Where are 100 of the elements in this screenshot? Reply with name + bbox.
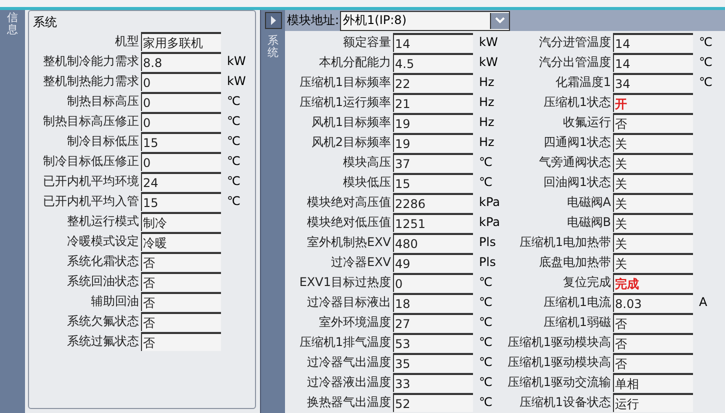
unit-label: ℃ — [698, 75, 712, 89]
unit-label: ℃ — [478, 395, 492, 409]
side-tab[interactable]: 系统 — [268, 35, 278, 60]
value-field: 27 — [393, 312, 473, 332]
value-field: 15 — [141, 192, 221, 210]
field-label: 压缩机1驱动交流输 — [507, 374, 611, 390]
field-label: EXV1目标过热度 — [299, 274, 391, 290]
field-label: 风机1目标频率 — [311, 114, 391, 130]
field-label: 模块低压 — [343, 174, 391, 190]
field-label: 本机分配能力 — [319, 54, 391, 70]
unit-label: Pls — [478, 235, 496, 249]
side-tab[interactable]: 信息 — [0, 10, 25, 413]
field-label: 压缩机1弱磁 — [543, 314, 611, 330]
value-field: 53 — [393, 332, 473, 352]
unit-label: ℃ — [478, 295, 492, 309]
value-field: 否 — [613, 112, 693, 132]
field-label: 室外机制热EXV — [306, 234, 391, 250]
field-label: 压缩机1电加热带 — [519, 234, 611, 250]
address-dropdown[interactable]: 外机1(IP:8) — [340, 10, 510, 30]
unit-label: ℃ — [698, 55, 712, 69]
value-field: 0 — [141, 72, 221, 90]
value-field: 关 — [613, 212, 693, 232]
value-field: 8.03 — [613, 292, 693, 312]
field-label: 辅助回油 — [91, 292, 139, 310]
value-field: 否 — [613, 332, 693, 352]
value-field: 完成 — [613, 272, 693, 292]
address-label: 模块地址: — [287, 12, 340, 29]
unit-label: ℃ — [226, 94, 240, 108]
unit-label: ℃ — [478, 175, 492, 189]
value-field: 18 — [393, 292, 473, 312]
value-field: 开 — [613, 92, 693, 112]
unit-label: kPa — [478, 195, 500, 209]
value-field: 2286 — [393, 192, 473, 212]
field-label: 制热目标高压修正 — [43, 112, 139, 130]
play-button[interactable] — [264, 12, 282, 29]
value-field: 22 — [393, 72, 473, 92]
field-label: 化霜温度1 — [555, 74, 611, 90]
field-label: 压缩机1运行频率 — [299, 94, 391, 110]
field-label: 底盘电加热带 — [539, 254, 611, 270]
value-field: 4.5 — [393, 52, 473, 72]
value-field: 35 — [393, 352, 473, 372]
field-label: 汽分出管温度 — [539, 54, 611, 70]
value-field: 14 — [613, 52, 693, 72]
unit-label: ℃ — [478, 155, 492, 169]
value-field: 单相 — [613, 372, 693, 392]
value-field: 19 — [393, 132, 473, 152]
field-label: 压缩机1驱动模块高 — [507, 354, 611, 370]
unit-label: ℃ — [698, 35, 712, 49]
unit-label: Pls — [478, 255, 496, 269]
unit-label: kW — [478, 55, 498, 69]
field-label: 室外环境温度 — [319, 314, 391, 330]
value-field: 关 — [613, 192, 693, 212]
field-label: 模块绝对高压值 — [307, 194, 391, 210]
unit-label: kW — [226, 74, 246, 88]
field-label: 复位完成 — [563, 274, 611, 290]
field-label: 系统回油状态 — [67, 272, 139, 290]
unit-label: ℃ — [478, 355, 492, 369]
value-field: 冷暖 — [141, 232, 221, 250]
field-label: 过冷器EXV — [330, 254, 391, 270]
value-field: 49 — [393, 252, 473, 272]
field-label: 气旁通阀状态 — [539, 154, 611, 170]
unit-label: Hz — [478, 115, 494, 129]
value-field: 1251 — [393, 212, 473, 232]
value-field: 0 — [141, 112, 221, 130]
value-field: 否 — [141, 272, 221, 290]
field-label: 压缩机1设备状态 — [519, 394, 611, 410]
value-field: 否 — [613, 352, 693, 372]
chevron-down-icon — [495, 17, 506, 24]
field-label: 压缩机1电流 — [543, 294, 611, 310]
field-label: 制冷目标低压修正 — [43, 152, 139, 170]
field-label: 压缩机1排气温度 — [299, 334, 391, 350]
value-field: 19 — [393, 112, 473, 132]
value-field: 34 — [613, 72, 693, 92]
field-label: 电磁阀B — [566, 214, 611, 230]
field-label: 压缩机1驱动模块高 — [507, 334, 611, 350]
unit-label: ℃ — [226, 114, 240, 128]
field-label: 电磁阀A — [566, 194, 611, 210]
field-label: 过冷器目标液出 — [307, 294, 391, 310]
field-label: 已开内机平均入管 — [43, 192, 139, 210]
field-label: 压缩机1目标频率 — [299, 74, 391, 90]
value-field: 关 — [613, 132, 693, 152]
field-label: 系统化霜状态 — [67, 252, 139, 270]
unit-label: ℃ — [226, 194, 240, 208]
field-label: 换热器气出温度 — [307, 394, 391, 410]
value-field: 0 — [141, 152, 221, 170]
value-field: 8.8 — [141, 52, 221, 70]
field-label: 压缩机1状态 — [543, 94, 611, 110]
value-field: 否 — [613, 312, 693, 332]
value-field: 制冷 — [141, 212, 221, 230]
field-label: 已开内机平均环境 — [43, 172, 139, 190]
field-label: 过冷器液出温度 — [307, 374, 391, 390]
value-field: 否 — [141, 332, 221, 350]
value-field: 24 — [141, 172, 221, 190]
unit-label: ℃ — [226, 154, 240, 168]
value-field: 14 — [613, 32, 693, 52]
field-label: 系统过氟状态 — [67, 332, 139, 350]
field-label: 四通阀1状态 — [543, 134, 611, 150]
field-label: 整机运行模式 — [67, 212, 139, 230]
field-label: 收氟运行 — [563, 114, 611, 130]
value-field: 52 — [393, 392, 473, 412]
